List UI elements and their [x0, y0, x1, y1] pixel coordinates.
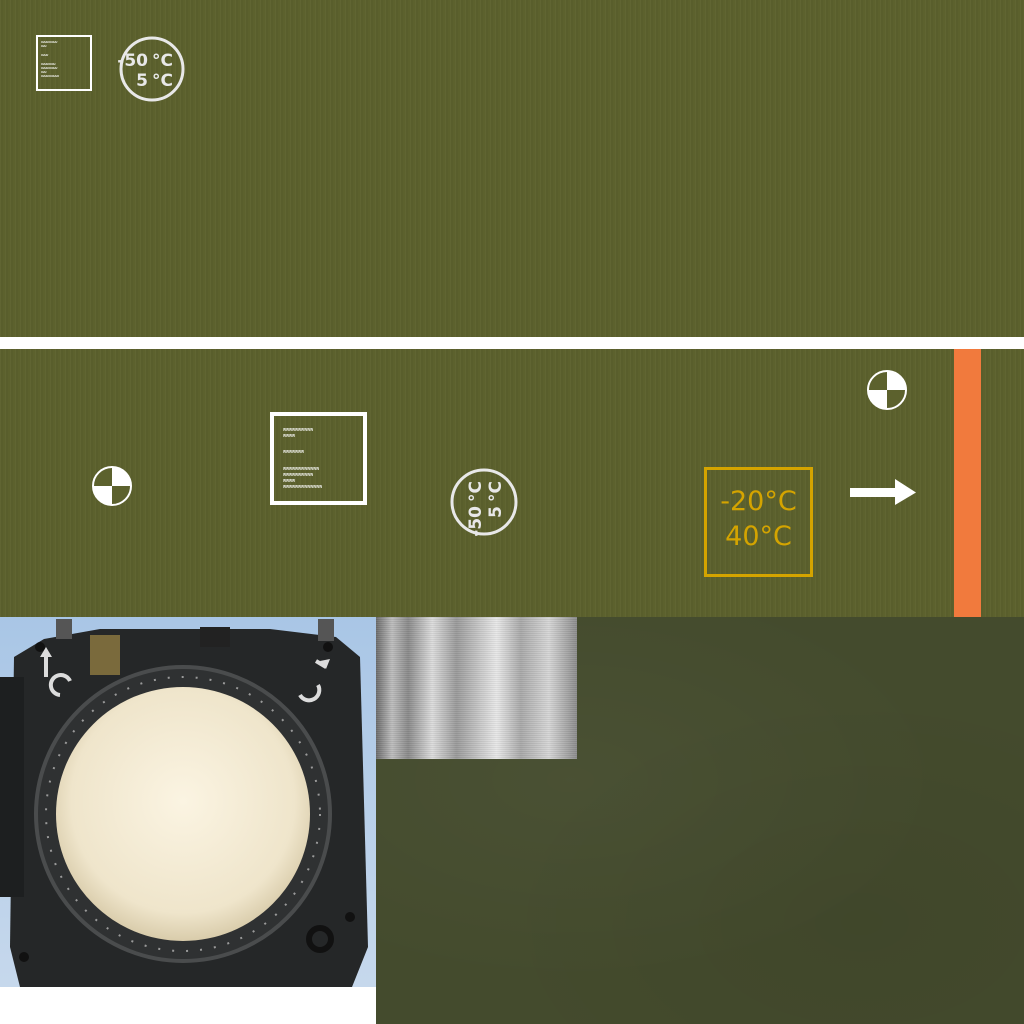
label-line: WWWWWWWWW [41, 41, 58, 44]
balance-target-icon [867, 370, 907, 410]
label-line: WWWW [283, 478, 296, 484]
lamp-housing-photo [0, 617, 376, 987]
direction-arrow-icon [850, 479, 916, 505]
label-line: WWWWWWWWWW [283, 472, 314, 478]
label-line: WWWWWWWWWW [283, 428, 314, 433]
temperature-range-plate: -20°C 40°C [704, 467, 813, 577]
label-line: WWWWWWWW [41, 63, 56, 66]
label-line: WWWW [41, 54, 49, 57]
balance-target-icon [92, 466, 132, 506]
temperature-stamp-rotated: -50 °C 5 °C [450, 468, 518, 537]
stamp-high-unit: °C [486, 481, 506, 502]
orange-stripe [954, 349, 981, 617]
stamp-low-unit: °C [466, 481, 486, 502]
label-line: WWWWWWWWW [41, 67, 58, 70]
photo-area [0, 617, 376, 1024]
stamp-high-value: 5 [486, 506, 506, 518]
temperature-stamp: -50 °C 5 °C [118, 36, 185, 102]
label-line: WWWWWWW [283, 450, 305, 456]
stencil-label-large: WWWWWWWWWW WWWW WWWWWWW WWWWWWWWWWWW WWW… [270, 412, 367, 505]
stamp-high-unit: °C [152, 71, 173, 91]
label-line: WWWWWWWWWWWWW [283, 485, 323, 491]
stamp-low-value: -50 [118, 51, 148, 71]
brushed-metal-swatch [376, 617, 577, 759]
label-line: WWW [41, 45, 47, 48]
stamp-low-unit: °C [152, 51, 173, 71]
label-line: WWWWWWWWWW [41, 75, 60, 78]
label-line: WWWW [283, 434, 296, 440]
stamp-low-value: -50 [466, 506, 486, 537]
label-line: WWWWWWWWWWWW [283, 466, 320, 472]
stamp-high-value: 5 [136, 71, 148, 91]
label-line: WWW [41, 71, 47, 74]
temperature-min: -20°C [720, 486, 797, 517]
stencil-label-small: WWWWWWWWW WWW WWWW WWWWWWWW WWWWWWWWW WW… [36, 35, 92, 91]
temperature-max: 40°C [725, 521, 792, 552]
